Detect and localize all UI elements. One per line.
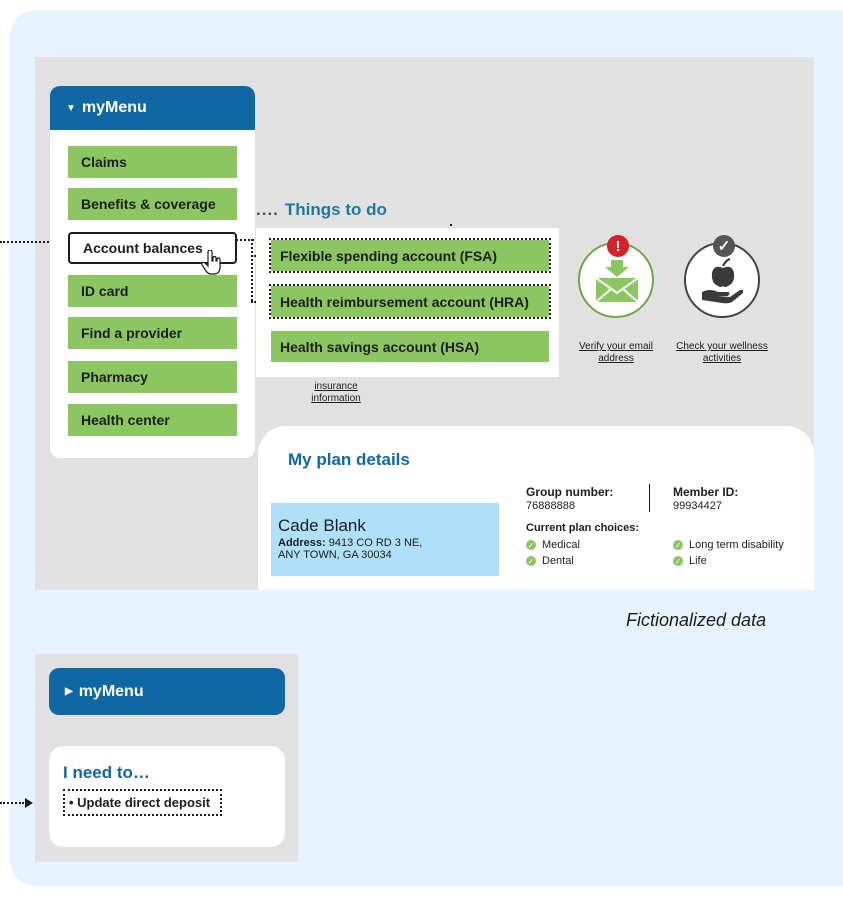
things-to-do-panel: Flexible spending account (FSA) Health r… [256, 228, 559, 377]
my-menu-collapsed-header[interactable]: ▶ myMenu [49, 668, 285, 715]
plan-choice-dental: ✓ Dental [526, 555, 574, 567]
insurance-information-link[interactable]: insurance information [302, 381, 370, 405]
envelope-icon [595, 260, 639, 303]
caret-right-icon: ▶ [65, 686, 73, 697]
wellness-activities-link[interactable]: Check your wellness activities [672, 341, 772, 365]
update-direct-deposit-link[interactable]: • Update direct deposit [63, 789, 223, 816]
menu-item-health-center[interactable]: Health center [68, 404, 237, 436]
plan-details-panel: My plan details Cade Blank Address: 9413… [258, 426, 814, 590]
my-menu-title: myMenu [78, 682, 144, 700]
verify-email-link[interactable]: Verify your email address [578, 341, 654, 365]
menu-item-benefits-coverage[interactable]: Benefits & coverage [68, 188, 237, 220]
fictionalized-data-note: Fictionalized data [626, 610, 767, 630]
member-info-box: Cade Blank Address: 9413 CO RD 3 NE, ANY… [271, 503, 499, 576]
i-need-to-title: I need to… [63, 763, 150, 782]
group-number-value: 76888888 [526, 500, 575, 512]
check-circle-icon: ✓ [673, 540, 683, 550]
menu-item-pharmacy[interactable]: Pharmacy [68, 361, 237, 393]
apple-hand-icon [702, 258, 744, 304]
member-id-value: 99934427 [673, 500, 722, 512]
menu-item-claims[interactable]: Claims [68, 146, 237, 178]
dotted-leader: .... [256, 200, 279, 219]
task-fsa[interactable]: Flexible spending account (FSA) [269, 238, 551, 273]
member-address: Address: 9413 CO RD 3 NE, ANY TOWN, GA 3… [278, 537, 423, 561]
pointer-line [0, 802, 24, 804]
pointer-line [0, 241, 52, 243]
caret-down-icon: ▼ [66, 102, 76, 114]
check-badge-icon: ✓ [713, 235, 735, 257]
member-id-label: Member ID: [673, 485, 739, 499]
things-to-do-heading: .... Things to do [256, 200, 387, 219]
plan-choice-life: ✓ Life [673, 555, 707, 567]
pointer-arrow-icon [25, 798, 33, 808]
menu-item-id-card[interactable]: ID card [68, 275, 237, 307]
check-circle-icon: ✓ [673, 556, 683, 566]
hand-cursor-icon [201, 250, 221, 275]
divider [649, 484, 650, 512]
my-menu-panel: ▼ myMenu Claims Benefits & coverage Acco… [50, 86, 255, 458]
my-menu-title: myMenu [81, 99, 147, 116]
plan-details-title: My plan details [288, 450, 410, 469]
check-circle-icon: ✓ [526, 540, 536, 550]
my-menu-header[interactable]: ▼ myMenu [50, 86, 255, 130]
check-circle-icon: ✓ [526, 556, 536, 566]
plan-choice-long-term-disability: ✓ Long term disability [673, 539, 784, 551]
group-number-label: Group number: [526, 485, 614, 499]
task-hra[interactable]: Health reimbursement account (HRA) [269, 284, 551, 319]
connector-line [251, 239, 253, 301]
menu-item-find-provider[interactable]: Find a provider [68, 317, 237, 349]
alert-badge-icon: ! [607, 235, 629, 257]
task-hsa[interactable]: Health savings account (HSA) [271, 331, 549, 362]
member-name: Cade Blank [278, 516, 366, 535]
i-need-to-panel: I need to… • Update direct deposit [49, 746, 285, 847]
current-plan-choices-label: Current plan choices: [526, 522, 640, 534]
plan-choice-medical: ✓ Medical [526, 539, 580, 551]
